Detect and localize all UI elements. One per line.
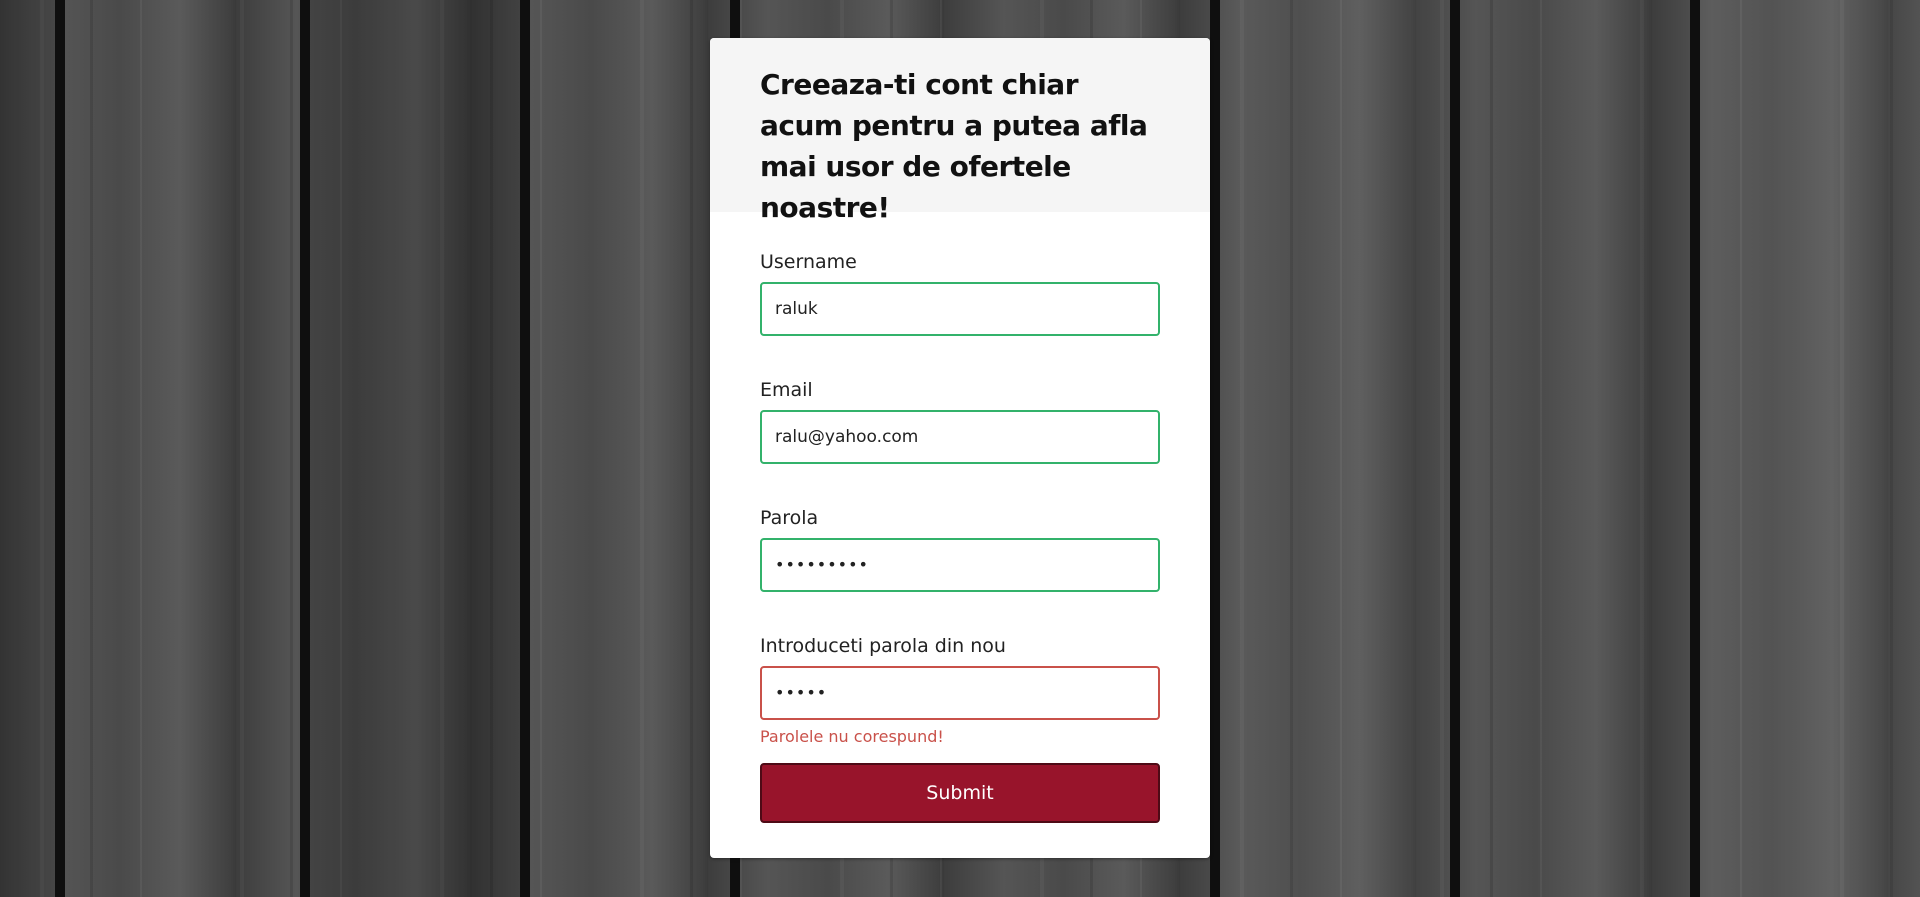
email-input[interactable]: ralu@yahoo.com	[760, 410, 1160, 464]
password-label: Parola	[760, 507, 819, 529]
confirm-password-label: Introduceti parola din nou	[760, 635, 1006, 657]
register-form: Username raluk Email ralu@yahoo.com Paro…	[710, 212, 1210, 823]
wood-plank	[0, 0, 55, 897]
submit-button[interactable]: Submit	[760, 763, 1160, 823]
card-header: Creeaza-ti cont chiar acum pentru a pute…	[710, 38, 1210, 224]
register-card: Creeaza-ti cont chiar acum pentru a pute…	[710, 38, 1210, 858]
confirm-password-group: Introduceti parola din nou ••••• Parolel…	[760, 632, 1160, 747]
wood-plank	[1220, 0, 1450, 897]
wood-seam	[520, 0, 530, 897]
confirm-password-input[interactable]: •••••	[760, 666, 1160, 720]
page-title: Creeaza-ti cont chiar acum pentru a pute…	[760, 68, 1148, 224]
wood-seam	[300, 0, 310, 897]
username-input[interactable]: raluk	[760, 282, 1160, 336]
username-group: Username raluk	[760, 248, 1160, 336]
password-input[interactable]: •••••••••	[760, 538, 1160, 592]
wood-seam	[1450, 0, 1460, 897]
wood-seam	[55, 0, 65, 897]
wood-plank	[310, 0, 520, 897]
wood-seam	[1690, 0, 1700, 897]
wood-seam	[1210, 0, 1220, 897]
email-group: Email ralu@yahoo.com	[760, 376, 1160, 464]
wood-plank	[1700, 0, 1920, 897]
password-group: Parola •••••••••	[760, 504, 1160, 592]
password-mismatch-error: Parolele nu corespund!	[760, 727, 944, 746]
email-label: Email	[760, 379, 813, 401]
username-label: Username	[760, 251, 857, 273]
